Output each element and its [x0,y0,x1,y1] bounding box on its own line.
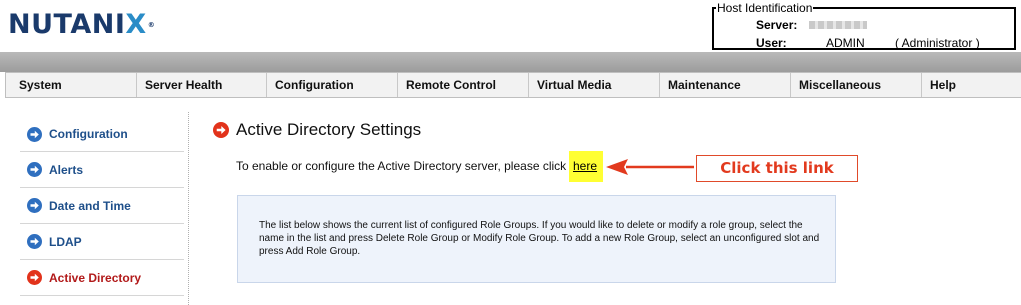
sidebar: Configuration Alerts Date and Time LDAP … [20,117,184,296]
arrow-circle-icon [27,162,42,177]
nutanix-logo: NUTANIX® [8,11,155,39]
tab-help[interactable]: Help [921,73,1021,97]
sidebar-item-ldap[interactable]: LDAP [20,224,184,260]
tab-server-health[interactable]: Server Health [136,73,266,97]
host-identification-box: Host Identification Server: User: ADMIN … [712,2,1016,50]
sidebar-item-label: Configuration [49,127,128,141]
logo-x: X [125,9,147,40]
arrow-circle-icon [27,126,42,142]
tab-remote-control[interactable]: Remote Control [397,73,528,97]
user-value: ADMIN [826,36,865,50]
sidebar-divider [188,112,189,305]
arrow-circle-icon [27,198,42,213]
configure-here-link[interactable]: here [573,159,597,173]
annotation-callout: Click this link [696,155,858,182]
tab-system[interactable]: System [5,73,136,97]
role-groups-info: The list below shows the current list of… [237,195,836,283]
arrow-circle-icon [213,122,229,143]
server-value-redacted [809,21,867,29]
sidebar-item-alerts[interactable]: Alerts [20,152,184,188]
main-nav: System Server Health Configuration Remot… [5,72,1021,98]
arrow-circle-icon [27,234,42,249]
server-label: Server: [756,18,798,32]
arrow-circle-icon [27,270,42,285]
sidebar-item-date-and-time[interactable]: Date and Time [20,188,184,224]
logo-registered-mark: ® [147,21,156,29]
sidebar-item-label: LDAP [49,234,82,249]
annotation-arrow-icon [606,159,694,175]
page-title: Active Directory Settings [236,120,422,139]
tab-virtual-media[interactable]: Virtual Media [528,73,659,97]
sidebar-item-active-directory[interactable]: Active Directory [20,260,184,296]
user-role: ( Administrator ) [895,36,980,50]
sidebar-item-label: Alerts [49,162,84,177]
intro-text: To enable or configure the Active Direct… [236,159,567,173]
header-divider-bar [0,52,1021,72]
user-label: User: [756,36,787,50]
tab-configuration[interactable]: Configuration [266,73,397,97]
sidebar-item-label: Date and Time [49,198,131,213]
logo-text: NUTANI [8,9,126,40]
sidebar-item-configuration[interactable]: Configuration [20,117,184,152]
tab-maintenance[interactable]: Maintenance [659,73,790,97]
host-identification-legend: Host Identification [716,1,814,15]
tab-miscellaneous[interactable]: Miscellaneous [790,73,921,97]
sidebar-item-label: Active Directory [49,270,142,285]
